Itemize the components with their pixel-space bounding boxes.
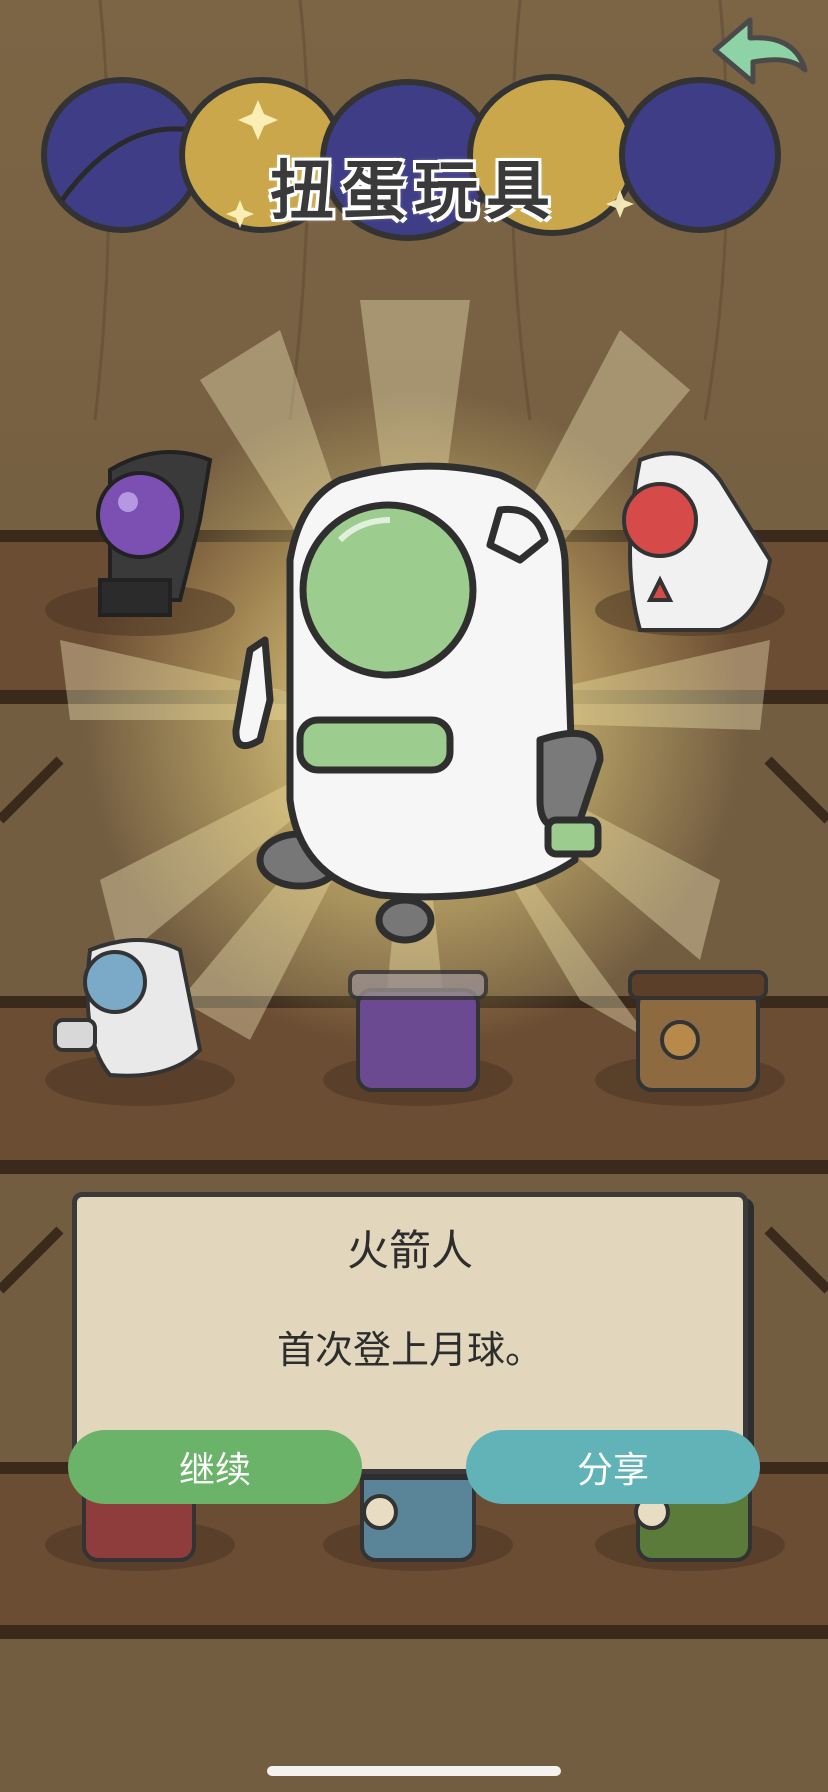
jar-purple <box>348 970 488 1092</box>
home-indicator <box>267 1766 561 1776</box>
shelf-scene <box>0 0 828 1792</box>
back-arrow-icon <box>712 17 808 85</box>
continue-button[interactable]: 继续 <box>68 1430 362 1504</box>
jar-amber <box>628 970 768 1092</box>
jar-blue <box>360 1458 476 1562</box>
toy-description: 首次登上月球。 <box>276 1328 543 1372</box>
back-button[interactable] <box>705 10 815 100</box>
page-title: 扭蛋玩具 <box>270 155 558 229</box>
toy-name: 火箭人 <box>346 1226 473 1275</box>
share-button[interactable]: 分享 <box>466 1430 760 1504</box>
